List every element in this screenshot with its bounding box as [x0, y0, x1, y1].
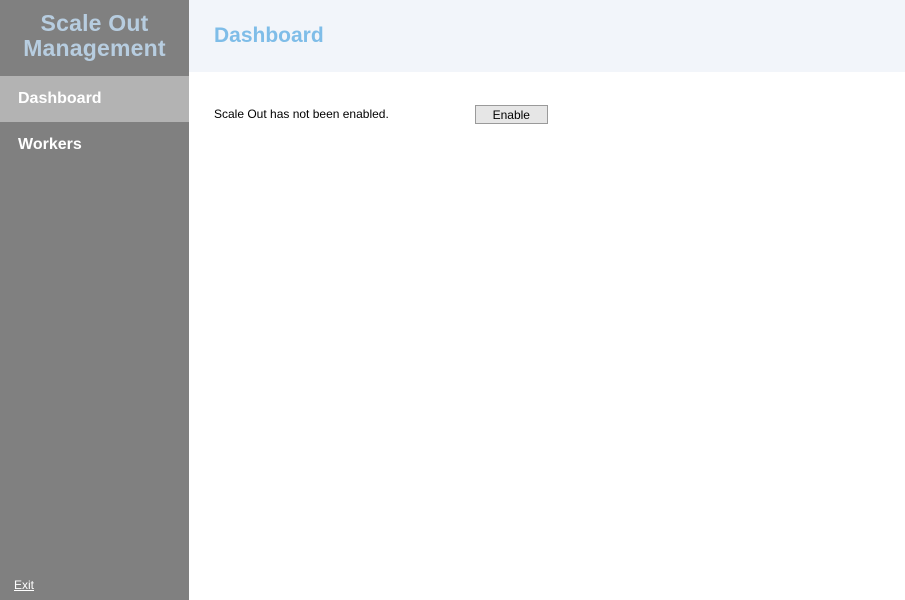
exit-link[interactable]: Exit — [14, 578, 34, 592]
enable-button[interactable]: Enable — [475, 105, 548, 124]
brand-line-2: Management — [6, 36, 183, 61]
sidebar-item-label: Workers — [18, 136, 82, 153]
status-text: Scale Out has not been enabled. — [214, 107, 389, 121]
content-area: Scale Out has not been enabled. Enable — [189, 72, 905, 157]
main-area: Dashboard Scale Out has not been enabled… — [189, 0, 905, 600]
sidebar-item-label: Dashboard — [18, 90, 102, 107]
brand-line-1: Scale Out — [41, 10, 149, 36]
page-header: Dashboard — [189, 0, 905, 72]
sidebar-item-workers[interactable]: Workers — [0, 122, 189, 168]
page-title: Dashboard — [214, 24, 324, 48]
sidebar-item-dashboard[interactable]: Dashboard — [0, 76, 189, 122]
brand-title: Scale Out Management — [0, 0, 189, 76]
sidebar: Scale Out Management Dashboard Workers E… — [0, 0, 189, 600]
